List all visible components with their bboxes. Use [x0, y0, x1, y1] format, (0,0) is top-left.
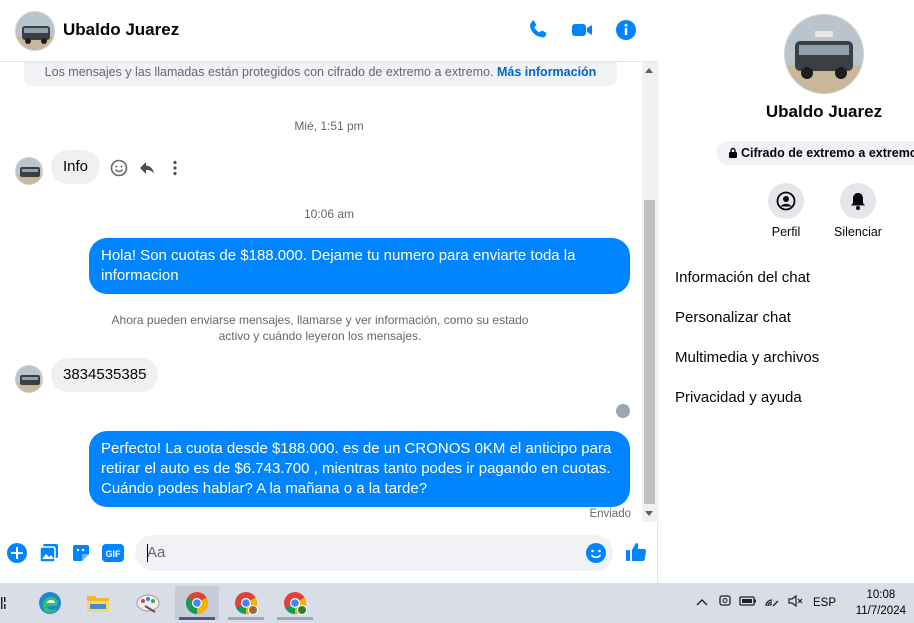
mute-action-label: Silenciar — [834, 225, 882, 239]
message-input-placeholder: Aa — [147, 544, 166, 561]
camera-icon[interactable] — [718, 594, 732, 613]
system-tray: ESP — [695, 583, 836, 623]
battery-icon[interactable] — [739, 594, 757, 612]
menu-customize-chat[interactable]: Personalizar chat — [675, 309, 791, 326]
menu-chat-info[interactable]: Información del chat — [675, 269, 810, 286]
profile-name: Ubaldo Juarez — [765, 102, 883, 121]
plus-icon[interactable] — [6, 542, 28, 564]
emoji-icon[interactable] — [585, 542, 607, 564]
message-avatar — [15, 365, 43, 393]
scroll-down-arrow[interactable] — [645, 511, 653, 516]
chrome-profile-icon[interactable] — [224, 586, 268, 620]
clock-date: 11/7/2024 — [855, 605, 906, 617]
contact-name[interactable]: Ubaldo Juarez — [63, 20, 179, 40]
encryption-notice-text: Los mensajes y las llamadas están proteg… — [44, 65, 494, 79]
scroll-thumb[interactable] — [644, 200, 655, 504]
chrome-icon[interactable] — [175, 586, 219, 620]
sticker-icon[interactable] — [70, 542, 92, 564]
edge-icon[interactable] — [28, 586, 72, 620]
bell-icon[interactable] — [840, 183, 876, 219]
message-actions — [110, 159, 184, 177]
info-icon[interactable] — [614, 18, 638, 42]
language-indicator[interactable]: ESP — [813, 597, 836, 609]
profile-avatar — [784, 14, 864, 94]
messenger-app: Ubaldo Juarez Los mensajes y las llamada… — [0, 0, 914, 583]
encryption-notice: Los mensajes y las llamadas están proteg… — [24, 62, 617, 86]
message-list: Los mensajes y las llamadas están proteg… — [0, 62, 658, 524]
wifi-icon[interactable] — [764, 594, 780, 613]
react-icon[interactable] — [110, 159, 128, 177]
task-view-icon[interactable] — [0, 595, 8, 616]
menu-privacy-help[interactable]: Privacidad y ayuda — [675, 389, 802, 406]
gif-icon[interactable]: GIF — [101, 542, 125, 564]
contact-avatar[interactable] — [15, 11, 55, 51]
mute-action[interactable]: Silenciar — [828, 183, 888, 239]
composer: GIF Aa — [0, 524, 658, 583]
clock-time: 10:08 — [866, 589, 896, 601]
gallery-icon[interactable] — [38, 542, 60, 564]
file-explorer-icon[interactable] — [76, 586, 120, 620]
seen-avatar — [616, 404, 630, 418]
timestamp: Mié, 1:51 pm — [294, 119, 364, 133]
profile-icon[interactable] — [768, 183, 804, 219]
reply-icon[interactable] — [138, 159, 156, 177]
video-icon[interactable] — [570, 18, 594, 42]
clock[interactable]: 10:08 11/7/2024 — [856, 587, 906, 619]
chevron-up-icon[interactable] — [695, 594, 709, 612]
chrome-profile-t-icon[interactable] — [273, 586, 317, 620]
svg-text:GIF: GIF — [106, 549, 122, 559]
more-options-icon[interactable] — [166, 159, 184, 177]
incoming-message[interactable]: Info — [51, 150, 101, 184]
system-notice-line: activo y cuándo leyeron los mensajes. — [218, 329, 422, 343]
message-avatar — [15, 157, 43, 185]
timestamp: 10:06 am — [303, 207, 355, 221]
more-info-link[interactable]: Más información — [497, 65, 596, 79]
text-caret — [147, 544, 148, 562]
info-panel: Ubaldo Juarez Cifrado de extremo a extre… — [659, 0, 914, 583]
delivery-status: Enviado — [589, 508, 631, 520]
incoming-message[interactable]: 3834535385 — [51, 358, 159, 392]
chat-header: Ubaldo Juarez — [0, 0, 658, 62]
system-notice-line: Ahora pueden enviarse mensajes, llamarse… — [111, 313, 529, 327]
scroll-up-arrow[interactable] — [645, 68, 653, 73]
outgoing-message[interactable]: Hola! Son cuotas de $188.000. Dejame tu … — [89, 238, 630, 294]
scrollbar[interactable] — [642, 62, 657, 522]
outgoing-message[interactable]: Perfecto! La cuota desde $188.000. es de… — [89, 431, 630, 507]
profile-action-label: Perfil — [771, 225, 801, 239]
encryption-pill-label: Cifrado de extremo a extremo — [741, 146, 914, 160]
message-input[interactable]: Aa — [135, 535, 613, 571]
volume-muted-icon[interactable] — [787, 594, 803, 613]
lock-icon — [728, 142, 738, 166]
thumbs-up-icon[interactable] — [624, 540, 648, 564]
menu-media-files[interactable]: Multimedia y archivos — [675, 349, 819, 366]
encryption-pill[interactable]: Cifrado de extremo a extremo — [716, 141, 914, 165]
paint-icon[interactable] — [126, 586, 170, 620]
phone-icon[interactable] — [526, 18, 550, 42]
chat-pane: Ubaldo Juarez Los mensajes y las llamada… — [0, 0, 658, 583]
profile-action[interactable]: Perfil — [756, 183, 816, 239]
taskbar: ESP 10:08 11/7/2024 — [0, 583, 914, 623]
